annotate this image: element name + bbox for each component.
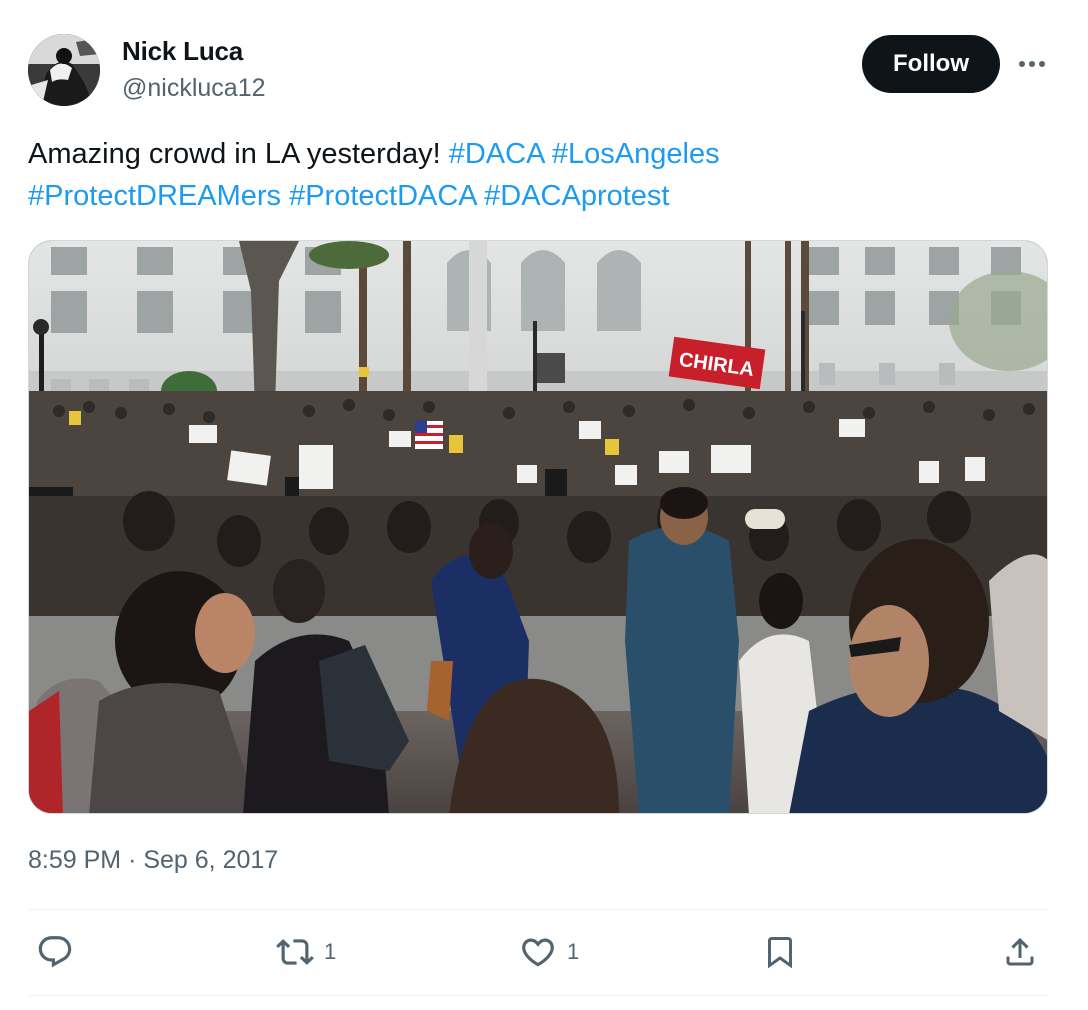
reply-icon	[38, 936, 72, 968]
heart-icon	[522, 938, 554, 967]
user-handle[interactable]: @nickluca12	[122, 74, 266, 103]
retweet-count: 1	[324, 939, 337, 964]
avatar[interactable]	[28, 34, 100, 106]
display-name[interactable]: Nick Luca	[122, 36, 243, 67]
hashtag-protectdaca[interactable]: #ProtectDACA	[289, 180, 476, 212]
share-icon	[1006, 937, 1034, 966]
tweet-timestamp: 8:59 PM · Sep 6, 2017	[28, 846, 278, 875]
tweet-text: Amazing crowd in LA yesterday! #DACA #Lo…	[28, 133, 1048, 217]
like-button[interactable]: 1	[519, 930, 579, 974]
share-button[interactable]	[1002, 930, 1038, 974]
tweet: Nick Luca @nickluca12 Follow Amazing cro…	[0, 0, 1088, 1010]
retweet-button[interactable]: 1	[276, 930, 336, 974]
crowd-photo: O! CHIRLA	[29, 241, 1047, 813]
bookmark-button[interactable]	[762, 930, 798, 974]
follow-button[interactable]: Follow	[862, 35, 1000, 93]
hashtag-dacaprotest[interactable]: #DACAprotest	[484, 180, 669, 212]
more-icon	[1019, 61, 1045, 67]
hashtag-losangeles[interactable]: #LosAngeles	[552, 138, 720, 170]
hashtag-daca[interactable]: #DACA	[449, 138, 544, 170]
timestamp-separator: ·	[128, 846, 137, 874]
like-count: 1	[567, 939, 580, 964]
retweet-icon	[276, 939, 314, 965]
hashtag-protectdreamers[interactable]: #ProtectDREAMers	[28, 180, 281, 212]
timestamp-date[interactable]: Sep 6, 2017	[143, 846, 278, 874]
timestamp-time[interactable]: 8:59 PM	[28, 846, 121, 874]
divider	[28, 909, 1048, 910]
tweet-photo[interactable]: O! CHIRLA	[28, 240, 1048, 814]
divider	[28, 995, 1048, 996]
more-button[interactable]	[1012, 46, 1052, 82]
reply-button[interactable]	[36, 930, 84, 974]
avatar-image	[28, 34, 100, 106]
tweet-body: Amazing crowd in LA yesterday!	[28, 138, 441, 170]
bookmark-icon	[768, 937, 792, 969]
